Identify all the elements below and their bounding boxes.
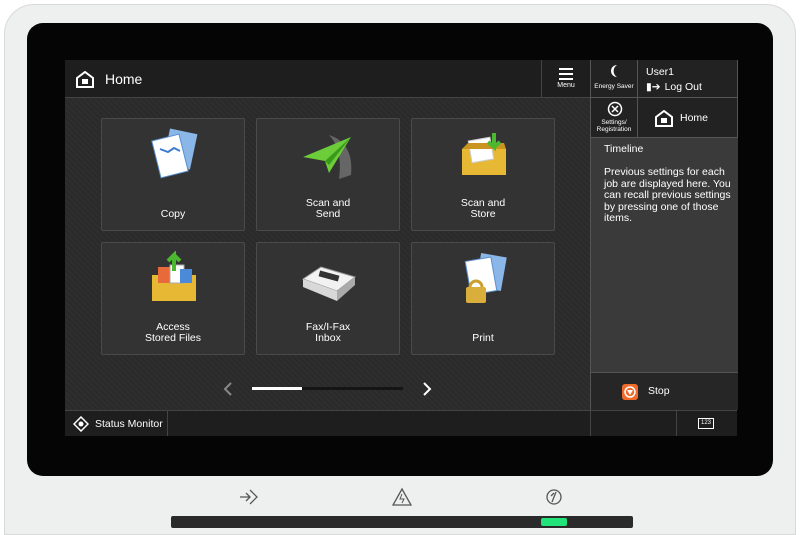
status-monitor-icon: [73, 415, 89, 432]
home-icon: [655, 110, 673, 127]
page-title: Home: [105, 71, 143, 87]
main-power-indicator-icon: [546, 489, 562, 505]
page-indicator: [252, 387, 403, 390]
settings-icon: [607, 101, 623, 117]
fax-inbox-icon: [301, 266, 357, 301]
settings-registration-button[interactable]: Settings/ Registration: [591, 98, 638, 138]
timeline-description: Previous settings for each job are displ…: [604, 166, 731, 224]
home-icon: [76, 71, 94, 88]
print-icon: [464, 253, 507, 303]
main-function-area: Copy Scan and Send Scan and Store Access…: [65, 99, 590, 410]
stop-label: Stop: [648, 385, 670, 397]
menu-button[interactable]: Menu: [541, 60, 590, 98]
tile-label: Scan and Send: [305, 197, 351, 220]
status-monitor-label: Status Monitor: [95, 417, 163, 430]
logout-label: Log Out: [664, 81, 702, 93]
hardware-slot: [171, 516, 633, 528]
logout-icon: ▮➔: [646, 81, 661, 93]
user-area: User1 ▮➔ Log Out: [638, 60, 738, 98]
hamburger-icon: [559, 68, 573, 80]
keypad-button[interactable]: 123: [676, 411, 737, 436]
tile-label: Fax/I-Fax Inbox: [305, 321, 351, 344]
timeline-title: Timeline: [604, 143, 644, 155]
header: Home Menu: [65, 60, 590, 98]
tile-fax-inbox[interactable]: Fax/I-Fax Inbox: [256, 242, 400, 355]
scan-send-icon: [303, 135, 352, 179]
tile-stored-files[interactable]: Access Stored Files: [101, 242, 245, 355]
data-input-indicator-icon: [240, 489, 258, 505]
tile-scan-store[interactable]: Scan and Store: [411, 118, 555, 231]
status-monitor-button[interactable]: Status Monitor: [65, 411, 168, 436]
user-name: User1: [646, 66, 675, 78]
logout-button[interactable]: ▮➔ Log Out: [646, 81, 702, 93]
next-page-button[interactable]: [420, 381, 434, 397]
tile-label: Access Stored Files: [144, 321, 202, 344]
tile-label: Scan and Store: [460, 197, 506, 220]
error-indicator-icon: [392, 487, 412, 506]
previous-page-button[interactable]: [221, 381, 235, 397]
menu-label: Menu: [557, 82, 575, 89]
right-panel: Energy Saver User1 ▮➔ Log Out Settings/ R…: [590, 60, 738, 436]
scan-store-icon: [462, 133, 506, 175]
tile-copy[interactable]: Copy: [101, 118, 245, 231]
stored-files-icon: [152, 251, 196, 301]
energy-saver-button[interactable]: Energy Saver: [591, 60, 638, 98]
settings-label: Settings/ Registration: [596, 119, 632, 133]
moon-icon: [611, 65, 617, 77]
home-label: Home: [680, 112, 709, 124]
copy-icon: [151, 128, 198, 179]
timeline-panel: Timeline Previous settings for each job …: [591, 138, 738, 372]
energy-saver-label: Energy Saver: [594, 83, 634, 90]
stop-icon: [622, 384, 638, 400]
tile-label: Copy: [160, 208, 186, 220]
stop-button[interactable]: Stop: [591, 372, 738, 410]
tile-scan-send[interactable]: Scan and Send: [256, 118, 400, 231]
status-bar: Status Monitor 123: [65, 410, 737, 436]
tile-print[interactable]: Print: [411, 242, 555, 355]
power-led: [541, 518, 567, 526]
home-button[interactable]: Home: [638, 98, 738, 138]
page-indicator-fill: [252, 387, 302, 390]
touch-screen: Home Menu Copy Scan and Send Scan and St…: [65, 60, 738, 436]
tile-label: Print: [472, 332, 494, 344]
divider: [590, 411, 591, 436]
keypad-icon: 123: [698, 418, 715, 429]
